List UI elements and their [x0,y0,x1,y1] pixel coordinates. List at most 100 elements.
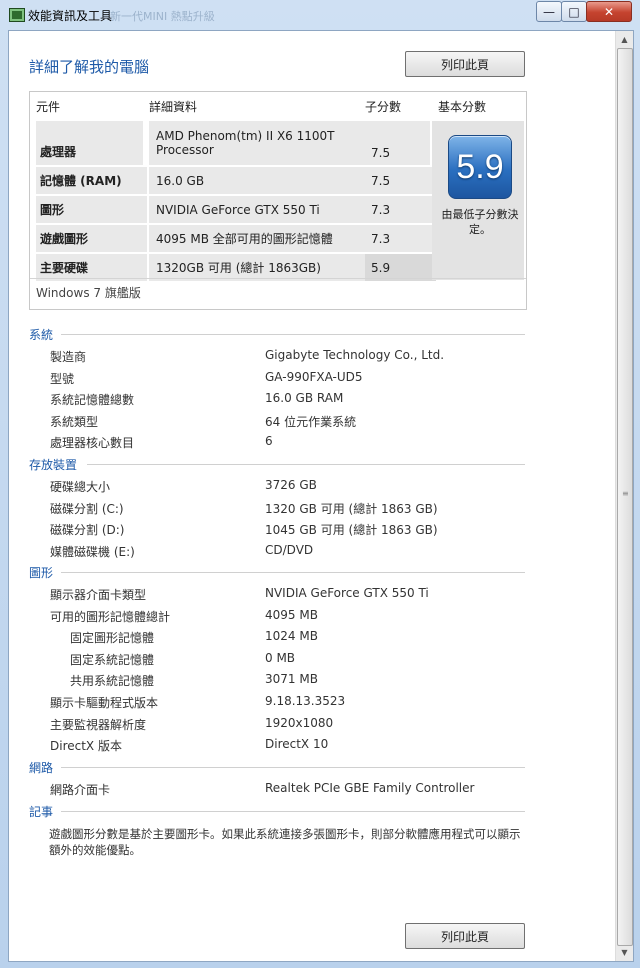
scroll-down-arrow-icon[interactable]: ▼ [616,944,633,961]
title-bar[interactable]: 效能資訊及工具 新一代MINI 熱點升級 — □ ✕ [0,0,640,30]
section-title: 存放裝置 [29,458,78,472]
label: 處理器核心數目 [50,436,135,450]
scroll-up-arrow-icon[interactable]: ▲ [616,31,633,48]
label: 共用系統記憶體 [70,674,155,688]
table-row: 處理器 AMD Phenom(tm) II X6 1100T Processor… [36,121,430,165]
row-details: NVIDIA GeForce GTX 550 Ti [149,196,366,223]
row-details: 16.0 GB [149,167,366,194]
print-button-bottom[interactable]: 列印此頁 [405,923,525,949]
section-graphics: 圖形 [29,564,53,581]
label: 網路介面卡 [50,783,111,797]
label: 主要監視器解析度 [50,718,147,732]
divider [61,811,525,812]
close-icon: ✕ [603,4,615,19]
label: 磁碟分割 (C:) [50,502,124,516]
value: 1320 GB 可用 (總計 1863 GB) [265,502,438,516]
value: Gigabyte Technology Co., Ltd. [265,348,445,362]
minimize-icon: — [543,4,555,19]
label: 磁碟分割 (D:) [50,523,125,537]
value: 3071 MB [265,672,318,686]
header-details: 詳細資料 [149,100,198,114]
print-button-top[interactable]: 列印此頁 [405,51,525,77]
background-ghost-text: 新一代MINI 熱點升級 [110,10,215,23]
label: 型號 [50,372,75,386]
row-subscore: 7.5 [365,167,436,194]
vertical-scrollbar[interactable]: ▲ ≡ ▼ [615,31,633,961]
row-subscore: 7.5 [365,121,430,165]
row-subscore: 7.3 [365,196,436,223]
label: 系統記憶體總數 [50,393,135,407]
value: 0 MB [265,651,296,665]
score-table: 元件 詳細資料 子分數 基本分數 處理器 AMD Phenom(tm) II X… [29,91,527,310]
base-score-panel: 5.9 由最低子分數決定。 [432,121,524,280]
section-network: 網路 [29,759,53,776]
row-component: 處理器 [36,121,143,165]
section-system: 系統 [29,326,53,343]
section-storage: 存放裝置 [29,456,77,473]
label: 固定系統記憶體 [70,653,155,667]
row-component: 圖形 [36,196,147,223]
label: 可用的圖形記憶體總計 [50,610,171,624]
table-row: 遊戲圖形 4095 MB 全部可用的圖形記憶體 7.3 [36,225,436,252]
section-title: 系統 [29,328,54,342]
value: 64 位元作業系統 [265,415,357,429]
section-title: 記事 [29,805,54,819]
label: 系統類型 [50,415,99,429]
row-component: 主要硬碟 [36,254,147,281]
maximize-icon: □ [568,4,580,19]
minimize-button[interactable]: — [536,1,562,22]
label: 媒體磁碟機 (E:) [50,545,135,559]
windows-edition: Windows 7 旗艦版 [36,286,141,300]
scrollbar-thumb[interactable]: ≡ [617,48,633,946]
window-title: 效能資訊及工具 [28,9,113,23]
section-title: 網路 [29,761,54,775]
row-details: AMD Phenom(tm) II X6 1100T Processor [149,121,366,165]
window: 效能資訊及工具 新一代MINI 熱點升級 — □ ✕ 詳細了解我的電腦 列印此頁… [0,0,640,968]
header-subscore: 子分數 [365,100,402,114]
divider [61,572,525,573]
label: 硬碟總大小 [50,480,111,494]
value: 1045 GB 可用 (總計 1863 GB) [265,523,438,537]
section-title: 圖形 [29,566,54,580]
value: 6 [265,434,273,448]
maximize-button[interactable]: □ [561,1,587,22]
row-subscore: 7.3 [365,225,436,252]
row-subscore: 5.9 [365,254,436,281]
divider [87,464,525,465]
row-details: 1320GB 可用 (總計 1863GB) [149,254,366,281]
value: 4095 MB [265,608,318,622]
page-title: 詳細了解我的電腦 [29,58,150,76]
label: 顯示卡驅動程式版本 [50,696,159,710]
label: DirectX 版本 [50,739,122,753]
divider [61,334,525,335]
value: 9.18.13.3523 [265,694,346,708]
table-row: 圖形 NVIDIA GeForce GTX 550 Ti 7.3 [36,196,436,223]
value: 16.0 GB RAM [265,391,344,405]
base-score-note: 由最低子分數決定。 [441,208,519,236]
table-row: 主要硬碟 1320GB 可用 (總計 1863GB) 5.9 [36,254,436,281]
divider [61,767,525,768]
row-details: 4095 MB 全部可用的圖形記憶體 [149,225,366,252]
value: GA-990FXA-UD5 [265,370,363,384]
value: NVIDIA GeForce GTX 550 Ti [265,586,429,600]
header-component: 元件 [36,100,61,114]
table-row: 記憶體 (RAM) 16.0 GB 7.5 [36,167,436,194]
value: 1920x1080 [265,716,334,730]
row-component: 遊戲圖形 [36,225,147,252]
performance-icon [9,8,25,22]
value: 3726 GB [265,478,317,492]
value: CD/DVD [265,543,314,557]
close-button[interactable]: ✕ [586,1,632,22]
value: DirectX 10 [265,737,329,751]
label: 顯示器介面卡類型 [50,588,147,602]
grip-icon: ≡ [622,489,629,498]
header-base-score: 基本分數 [438,100,487,114]
notes-text: 遊戲圖形分數是基於主要圖形卡。如果此系統連接多張圖形卡，則部分軟體應用程式可以顯… [49,827,521,857]
base-score-value: 5.9 [456,147,504,186]
row-component: 記憶體 (RAM) [36,167,147,194]
value: 1024 MB [265,629,318,643]
content-area: 詳細了解我的電腦 列印此頁 元件 詳細資料 子分數 基本分數 處理器 AMD P… [8,30,634,962]
label: 製造商 [50,350,87,364]
section-notes: 記事 [29,803,53,820]
label: 固定圖形記憶體 [70,631,155,645]
